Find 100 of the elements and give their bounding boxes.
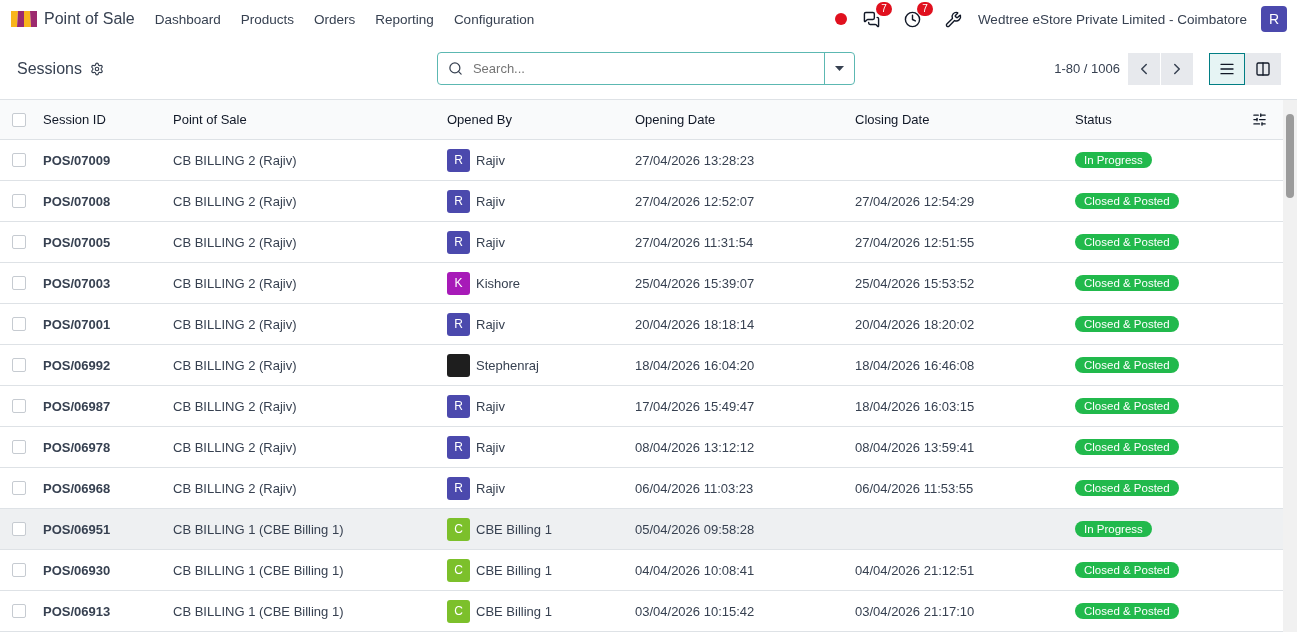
table-cell-text: 03/04/2026 10:15:42 [635, 603, 756, 619]
table-cell-text: 18/04/2026 16:03:15 [855, 398, 976, 414]
row-checkbox[interactable] [12, 194, 26, 208]
table-cell-text: 03/04/2026 21:17:10 [855, 603, 976, 619]
pager-value[interactable]: 1-80 / 1006 [1054, 61, 1120, 76]
row-checkbox[interactable] [12, 153, 26, 167]
user-avatar: C [447, 599, 470, 623]
table-cell-text: POS/07001 [43, 316, 112, 332]
column-header[interactable]: Closing Date [855, 112, 1075, 127]
menu-item[interactable]: Dashboard [144, 11, 231, 27]
table-cell-text: CB BILLING 2 (Rajiv) [173, 152, 298, 168]
menu-item[interactable]: Orders [304, 11, 366, 27]
table-cell-text: 06/04/2026 11:03:23 [635, 480, 755, 496]
user-avatar[interactable]: R [1261, 6, 1287, 32]
table-cell-text: POS/06992 [43, 357, 112, 373]
search-input[interactable]: Search... [470, 53, 824, 84]
table-cell-text: CB BILLING 2 (Rajiv) [173, 193, 298, 209]
table-cell-text: POS/06978 [43, 439, 112, 455]
company-name[interactable]: Wedtree eStore Private Limited - Coimbatore [977, 11, 1247, 27]
status-badge: Closed & Posted [1075, 480, 1179, 496]
row-checkbox[interactable] [12, 563, 26, 577]
status-badge: In Progress [1075, 152, 1152, 168]
user-avatar: R [447, 312, 470, 336]
scrollbar[interactable] [1283, 100, 1297, 632]
status-badge: Closed & Posted [1075, 357, 1179, 373]
search-field[interactable]: Search... [436, 52, 855, 85]
status-badge: In Progress [1075, 521, 1152, 537]
view-switch-button[interactable] [1209, 52, 1245, 85]
row-checkbox[interactable] [12, 604, 26, 618]
status-badge: Closed & Posted [1075, 439, 1179, 455]
user-avatar: R [447, 435, 470, 459]
settings-icon[interactable] [89, 61, 104, 76]
table-cell-text: 17/04/2026 15:49:47 [635, 398, 756, 414]
table-cell: Rajiv [476, 398, 505, 414]
column-header[interactable]: Session ID [43, 112, 173, 127]
column-header[interactable]: Opening Date [635, 112, 855, 127]
table-cell-text: 08/04/2026 13:12:12 [635, 439, 756, 455]
row-checkbox[interactable] [12, 235, 26, 249]
row-checkbox[interactable] [12, 522, 26, 536]
table-cell-text: 27/04/2026 13:28:23 [635, 152, 756, 168]
kanban-icon [1255, 60, 1271, 77]
table-cell-text: 25/04/2026 15:39:07 [635, 275, 756, 291]
table-cell-text: POS/06968 [43, 480, 112, 496]
status-badge: Closed & Posted [1075, 398, 1179, 414]
select-all-checkbox[interactable] [12, 112, 26, 127]
menu-item[interactable]: Reporting [365, 11, 444, 27]
table-cell-text: 18/04/2026 16:46:08 [855, 357, 976, 373]
awning-logo-icon [10, 9, 38, 29]
status-badge: Closed & Posted [1075, 193, 1179, 209]
row-checkbox[interactable] [12, 440, 26, 454]
table-cell: Kishore [476, 275, 521, 291]
status-badge: Closed & Posted [1075, 275, 1179, 291]
table-cell-text: 27/04/2026 12:54:29 [855, 193, 976, 209]
sliders-icon [1252, 112, 1267, 127]
row-checkbox[interactable] [12, 317, 26, 331]
user-avatar: R [447, 148, 470, 172]
user-avatar: R [447, 394, 470, 418]
table-cell-text: 27/04/2026 12:51:55 [855, 234, 976, 250]
table-cell-text: CB BILLING 2 (Rajiv) [173, 439, 298, 455]
column-header[interactable]: Status [1075, 112, 1243, 127]
table-row[interactable]: POS/06951 CB BILLING 1 (CBE Billing 1) C CBE Billing 1 05/04/2026 09:58:28 In Progress [0, 509, 1283, 550]
tools-icon [944, 10, 962, 28]
row-checkbox[interactable] [12, 399, 26, 413]
table-cell-text: CB BILLING 1 (CBE Billing 1) [173, 562, 345, 578]
status-badge: Closed & Posted [1075, 562, 1179, 578]
user-avatar: R [447, 230, 470, 254]
table-cell-text: POS/07005 [43, 234, 112, 250]
previous-button[interactable] [1128, 52, 1160, 85]
table-cell: Rajiv [476, 193, 505, 209]
table-cell-text: 27/04/2026 12:52:07 [635, 193, 756, 209]
column-header[interactable]: Opened By [447, 112, 635, 127]
table-cell: CBE Billing 1 [476, 603, 552, 619]
table-cell-text: CB BILLING 2 (Rajiv) [173, 275, 298, 291]
table-cell-text: CB BILLING 2 (Rajiv) [173, 234, 298, 250]
table-cell-text: 25/04/2026 15:53:52 [855, 275, 976, 291]
menu-item[interactable]: Configuration [443, 11, 545, 27]
row-checkbox[interactable] [12, 358, 26, 372]
column-header[interactable]: Point of Sale [173, 112, 447, 127]
table-cell-text: 18/04/2026 16:04:20 [635, 357, 756, 373]
table-cell-text: CB BILLING 2 (Rajiv) [173, 316, 298, 332]
table-cell-text: CB BILLING 2 (Rajiv) [173, 480, 298, 496]
table-cell-text: CB BILLING 1 (CBE Billing 1) [173, 521, 345, 537]
table-cell: Rajiv [476, 152, 505, 168]
status-badge: Closed & Posted [1075, 316, 1179, 332]
messages-badge: 7 [876, 1, 892, 16]
user-avatar: R [447, 476, 470, 500]
menu-item[interactable]: Products [230, 11, 305, 27]
next-button[interactable] [1161, 52, 1193, 85]
status-dot-icon [834, 13, 847, 25]
table-cell-text: 20/04/2026 18:18:14 [635, 316, 756, 332]
caret-icon [834, 66, 844, 71]
clock-icon [903, 10, 921, 28]
table-cell-text: CB BILLING 1 (CBE Billing 1) [173, 603, 345, 619]
app-name[interactable]: Point of Sale [44, 10, 135, 28]
row-checkbox[interactable] [12, 276, 26, 290]
table-cell: Rajiv [476, 480, 505, 496]
table-cell-text: POS/06987 [43, 398, 112, 414]
row-checkbox[interactable] [12, 481, 26, 495]
chat-bubbles-icon [862, 10, 880, 28]
table-cell-text: POS/06913 [43, 603, 112, 619]
